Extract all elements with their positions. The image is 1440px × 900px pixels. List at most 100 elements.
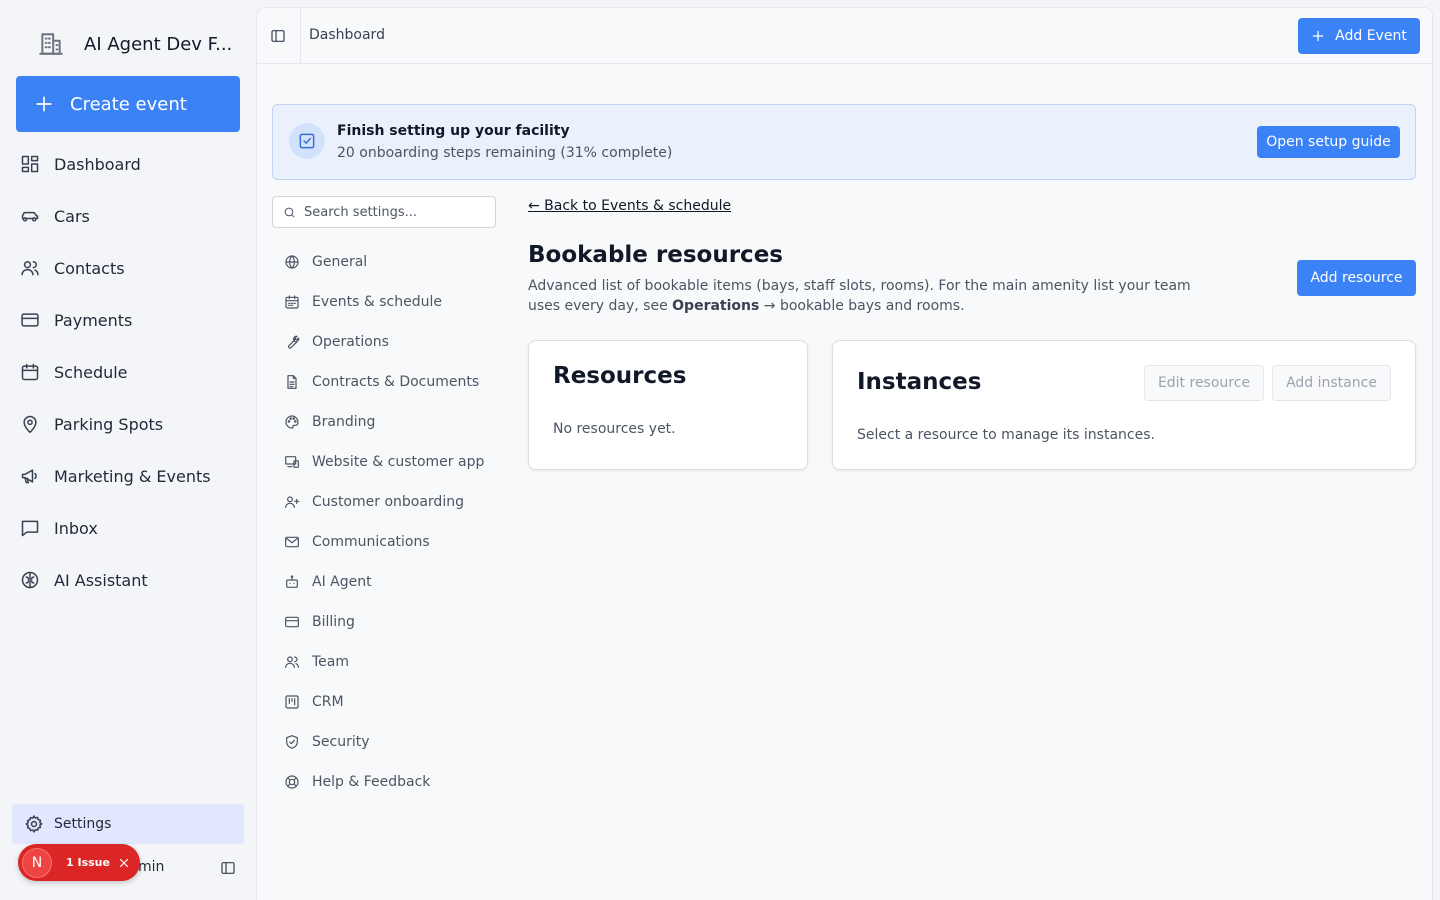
credit-card-icon — [284, 614, 300, 630]
resources-title: Resources — [553, 363, 687, 389]
settings-nav-label: AI Agent — [312, 574, 372, 590]
resources-empty-text: No resources yet. — [553, 421, 676, 437]
settings-search-input[interactable] — [304, 204, 484, 220]
issue-badge[interactable]: N 1 Issue — [18, 844, 140, 881]
settings-nav-label: Website & customer app — [312, 454, 485, 470]
mail-icon — [284, 534, 300, 550]
instances-title: Instances — [857, 369, 982, 395]
instances-hint-text: Select a resource to manage its instance… — [857, 427, 1155, 443]
create-event-label: Create event — [70, 93, 187, 115]
settings-label: Settings — [54, 816, 112, 832]
setup-icon-badge — [289, 123, 325, 159]
checkbox-icon — [297, 131, 317, 151]
brand-name: AI Agent Dev F... — [84, 33, 233, 55]
nav-item-label: Inbox — [54, 518, 98, 538]
settings-nav-help-feedback[interactable]: Help & Feedback — [272, 762, 496, 802]
add-instance-button[interactable]: Add instance — [1272, 365, 1391, 401]
gear-icon — [24, 814, 44, 834]
nav-item-label: Schedule — [54, 362, 128, 382]
settings-search[interactable] — [272, 196, 496, 228]
nav-item-contacts[interactable]: Contacts — [0, 242, 256, 294]
brand[interactable]: AI Agent Dev F... — [38, 30, 232, 58]
settings-nav-label: Operations — [312, 334, 389, 350]
shield-icon — [284, 734, 300, 750]
nav-item-settings[interactable]: Settings — [12, 804, 244, 844]
settings-nav-customer-onboarding[interactable]: Customer onboarding — [272, 482, 496, 522]
settings-nav-branding[interactable]: Branding — [272, 402, 496, 442]
open-setup-guide-button[interactable]: Open setup guide — [1257, 126, 1400, 158]
settings-nav-contracts-documents[interactable]: Contracts & Documents — [272, 362, 496, 402]
plus-icon — [34, 94, 54, 114]
settings-nav-label: Events & schedule — [312, 294, 442, 310]
file-text-icon — [284, 374, 300, 390]
bot-icon — [284, 574, 300, 590]
add-event-button[interactable]: Add Event — [1298, 18, 1420, 54]
add-resource-button[interactable]: Add resource — [1297, 260, 1416, 296]
back-to-events-link[interactable]: ← Back to Events & schedule — [528, 198, 731, 214]
credit-card-icon — [20, 310, 40, 330]
nav-item-label: Contacts — [54, 258, 125, 278]
contacts-icon — [20, 258, 40, 278]
nav-item-label: Parking Spots — [54, 414, 164, 434]
settings-nav-website-customer-app[interactable]: Website & customer app — [272, 442, 496, 482]
settings-nav: General Events & schedule Operations Con… — [272, 242, 496, 802]
nav-item-dashboard[interactable]: Dashboard — [0, 138, 256, 190]
nav-item-label: Cars — [54, 206, 90, 226]
brain-icon — [20, 570, 40, 590]
settings-nav-label: Security — [312, 734, 370, 750]
dashboard-icon — [20, 154, 40, 174]
settings-nav-label: Branding — [312, 414, 376, 430]
nav-item-parking-spots[interactable]: Parking Spots — [0, 398, 256, 450]
nav-item-label: Marketing & Events — [54, 466, 211, 486]
nav-item-inbox[interactable]: Inbox — [0, 502, 256, 554]
settings-nav-label: Customer onboarding — [312, 494, 464, 510]
settings-nav-ai-agent[interactable]: AI Agent — [272, 562, 496, 602]
settings-nav-communications[interactable]: Communications — [272, 522, 496, 562]
close-icon[interactable] — [118, 857, 130, 869]
nav-item-cars[interactable]: Cars — [0, 190, 256, 242]
plus-icon — [1311, 29, 1325, 43]
create-event-button[interactable]: Create event — [16, 76, 240, 132]
setup-title: Finish setting up your facility — [337, 123, 570, 139]
kanban-icon — [284, 694, 300, 710]
edit-resource-button[interactable]: Edit resource — [1144, 365, 1264, 401]
globe-icon — [284, 254, 300, 270]
megaphone-icon — [20, 466, 40, 486]
nav-item-label: AI Assistant — [54, 570, 148, 590]
nav-item-payments[interactable]: Payments — [0, 294, 256, 346]
settings-nav-security[interactable]: Security — [272, 722, 496, 762]
life-buoy-icon — [284, 774, 300, 790]
breadcrumb: Dashboard — [309, 27, 385, 43]
settings-nav-label: Team — [312, 654, 350, 670]
nav-item-schedule[interactable]: Schedule — [0, 346, 256, 398]
nav-item-label: Dashboard — [54, 154, 141, 174]
sidebar-toggle-icon[interactable] — [270, 28, 286, 44]
settings-nav-crm[interactable]: CRM — [272, 682, 496, 722]
desc-text-suffix: → bookable bays and rooms. — [759, 298, 965, 314]
nav-item-ai-assistant[interactable]: AI Assistant — [0, 554, 256, 606]
message-square-icon — [20, 518, 40, 538]
devices-icon — [284, 454, 300, 470]
main-panel: Dashboard Add Event Finish setting up yo… — [257, 8, 1432, 900]
palette-icon — [284, 414, 300, 430]
map-pin-icon — [20, 414, 40, 434]
setup-banner: Finish setting up your facility 20 onboa… — [272, 104, 1416, 180]
sidebar-collapse-icon[interactable] — [220, 860, 236, 876]
settings-nav-label: General — [312, 254, 368, 270]
nav-item-marketing-events[interactable]: Marketing & Events — [0, 450, 256, 502]
page-title: Bookable resources — [528, 242, 783, 268]
settings-nav-events-schedule[interactable]: Events & schedule — [272, 282, 496, 322]
users-icon — [284, 654, 300, 670]
user-name: min — [138, 859, 165, 875]
settings-nav-billing[interactable]: Billing — [272, 602, 496, 642]
main-sidebar: AI Agent Dev F... Create event Dashboard… — [0, 0, 256, 900]
main-nav: Dashboard Cars Contacts Payments Schedul… — [0, 138, 256, 606]
settings-nav-label: Help & Feedback — [312, 774, 431, 790]
settings-nav-operations[interactable]: Operations — [272, 322, 496, 362]
instances-card: Instances Edit resource Add instance Sel… — [832, 340, 1416, 470]
issue-avatar: N — [22, 847, 52, 878]
settings-nav-general[interactable]: General — [272, 242, 496, 282]
calendar-icon — [20, 362, 40, 382]
building-icon — [38, 31, 64, 57]
settings-nav-team[interactable]: Team — [272, 642, 496, 682]
